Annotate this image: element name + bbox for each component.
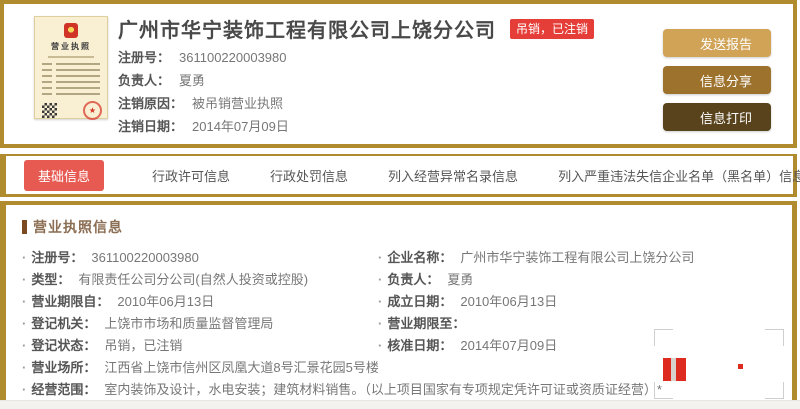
qr-code-icon (42, 103, 57, 118)
field-value: 夏勇 (179, 73, 205, 88)
field-value: 361100220003980 (179, 50, 287, 65)
header-field-cancel-reason: 注销原因： 被吊销营业执照 (118, 96, 594, 112)
tab-basic-info[interactable]: 基础信息 (24, 160, 104, 191)
business-license-info-panel: 营业执照信息 · 注册号： 361100220003980 · 类型： 有限责任公司分公… (0, 201, 797, 400)
field-label: 登记状态： (31, 338, 96, 353)
page-bottom-strip (0, 400, 800, 409)
field-bullet: · (22, 382, 26, 397)
red-seal-icon (83, 101, 102, 120)
field-person-in-charge: · 负责人： 夏勇 (378, 269, 792, 291)
field-label: 注册号： (118, 50, 170, 65)
section-header: 营业执照信息 (22, 217, 792, 237)
frame-corner-icon (765, 329, 784, 346)
field-label: 营业期限至： (387, 316, 465, 331)
header-action-buttons: 发送报告 信息分享 信息打印 (663, 29, 771, 140)
national-emblem-icon (64, 23, 78, 38)
field-bullet: · (22, 272, 26, 287)
field-value: 被吊销营业执照 (192, 96, 283, 111)
field-establish-date: · 成立日期： 2010年06月13日 (378, 291, 792, 313)
stamp-red-bar (663, 358, 671, 381)
fields-left-column: · 注册号： 361100220003980 · 类型： 有限责任公司分公司(自然人投资… (22, 247, 378, 401)
frame-corner-icon (654, 382, 673, 399)
field-value: 有限责任公司分公司(自然人投资或控股) (78, 272, 308, 287)
license-thumb-subline (48, 56, 94, 58)
field-value: 吊销，已注销 (104, 338, 182, 353)
license-thumb-title: 营业执照 (35, 41, 107, 52)
field-company-type: · 类型： 有限责任公司分公司(自然人投资或控股) (22, 269, 378, 291)
field-bullet: · (378, 294, 382, 309)
license-thumb-footer (42, 100, 100, 119)
field-label: 注册号： (31, 250, 83, 265)
field-label: 负责人： (387, 272, 439, 287)
field-bullet: · (22, 316, 26, 331)
field-label: 注销日期： (118, 119, 183, 134)
section-bullet-icon (22, 220, 27, 234)
field-bullet: · (22, 250, 26, 265)
stamp-red-dot (738, 364, 743, 369)
verification-stamp-placeholder (654, 329, 784, 399)
field-business-address: · 营业场所： 江西省上饶市信州区凤凰大道8号汇景花园5号楼 (22, 357, 378, 379)
field-bullet: · (378, 338, 382, 353)
field-label: 企业名称： (387, 250, 452, 265)
stamp-red-bar (676, 358, 686, 381)
business-license-thumbnail[interactable]: 营业执照 (34, 16, 108, 119)
share-info-button[interactable]: 信息分享 (663, 66, 771, 94)
send-report-button[interactable]: 发送报告 (663, 29, 771, 57)
field-label: 核准日期： (387, 338, 452, 353)
tab-serious-violation-blacklist[interactable]: 列入严重违法失信企业名单（黑名单）信息 (558, 166, 800, 185)
tab-abnormal-operation-list[interactable]: 列入经营异常名录信息 (388, 166, 518, 185)
tab-admin-license-info[interactable]: 行政许可信息 (152, 166, 230, 185)
field-label: 成立日期： (387, 294, 452, 309)
field-value: 2010年06月13日 (117, 294, 214, 309)
field-term-from: · 营业期限自： 2010年06月13日 (22, 291, 378, 313)
field-bullet: · (378, 272, 382, 287)
field-bullet: · (22, 294, 26, 309)
field-label: 注销原因： (118, 96, 183, 111)
company-name: 广州市华宁装饰工程有限公司上饶分公司 (118, 14, 496, 43)
field-value: 江西省上饶市信州区凤凰大道8号汇景花园5号楼 (104, 360, 378, 375)
info-tab-bar: 基础信息 行政许可信息 行政处罚信息 列入经营异常名录信息 列入严重违法失信企业… (0, 154, 797, 197)
field-company-name: · 企业名称： 广州市华宁装饰工程有限公司上饶分公司 (378, 247, 792, 269)
field-value: 361100220003980 (91, 250, 199, 265)
company-header-panel: 营业执照 广州市华宁装饰工程有限公司上饶分公司 吊销，已注销 注册号： 36110… (0, 0, 797, 148)
field-bullet: · (378, 250, 382, 265)
field-value: 2014年07月09日 (192, 119, 289, 134)
field-registry-status: · 登记状态： 吊销，已注销 (22, 335, 378, 357)
field-reg-no: · 注册号： 361100220003980 (22, 247, 378, 269)
field-bullet: · (22, 360, 26, 375)
field-value: 上饶市市场和质量监督管理局 (104, 316, 273, 331)
field-value: 2010年06月13日 (460, 294, 557, 309)
field-label: 登记机关： (31, 316, 96, 331)
frame-corner-icon (654, 329, 673, 346)
status-badge: 吊销，已注销 (510, 19, 594, 39)
frame-corner-icon (765, 382, 784, 399)
field-label: 负责人： (118, 73, 170, 88)
company-summary: 广州市华宁装饰工程有限公司上饶分公司 吊销，已注销 注册号： 3611002200… (118, 14, 594, 135)
field-value: 2014年07月09日 (460, 338, 557, 353)
header-field-person: 负责人： 夏勇 (118, 73, 594, 89)
field-value: 夏勇 (447, 272, 473, 287)
field-bullet: · (378, 316, 382, 331)
field-label: 营业期限自： (31, 294, 109, 309)
field-value: 广州市华宁装饰工程有限公司上饶分公司 (460, 250, 694, 265)
header-field-reg-no: 注册号： 361100220003980 (118, 50, 594, 66)
print-info-button[interactable]: 信息打印 (663, 103, 771, 131)
section-title: 营业执照信息 (33, 217, 123, 237)
field-label: 类型： (31, 272, 70, 287)
header-field-cancel-date: 注销日期： 2014年07月09日 (118, 119, 594, 135)
field-label: 营业场所： (31, 360, 96, 375)
field-bullet: · (22, 338, 26, 353)
field-registry-authority: · 登记机关： 上饶市市场和质量监督管理局 (22, 313, 378, 335)
tab-admin-penalty-info[interactable]: 行政处罚信息 (270, 166, 348, 185)
field-label: 经营范围： (31, 382, 96, 397)
field-business-scope: ·经营范围：室内装饰及设计，水电安装；建筑材料销售。（以上项目国家有专项规定凭许… (22, 379, 378, 401)
license-thumb-textlines (42, 63, 100, 97)
